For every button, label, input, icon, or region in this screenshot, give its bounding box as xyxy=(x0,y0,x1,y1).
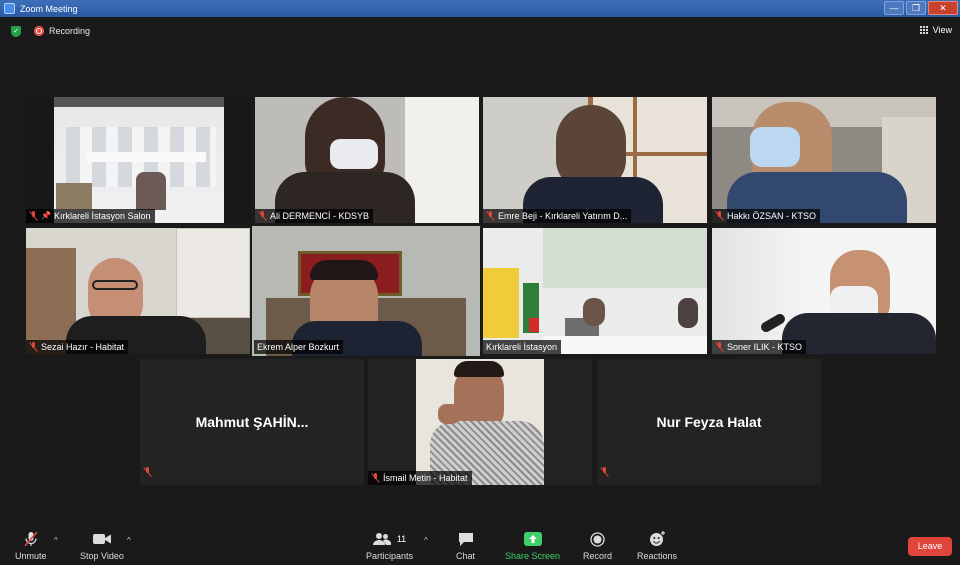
reactions-label: Reactions xyxy=(637,551,678,561)
view-label: View xyxy=(932,25,952,35)
recording-label: Recording xyxy=(49,26,91,36)
participant-display-name: Nur Feyza Halat xyxy=(656,414,762,430)
participant-name: Kırklareli İstasyon xyxy=(486,342,558,352)
muted-mic-icon xyxy=(29,342,38,352)
participant-name: Kırklareli İstasyon Salon xyxy=(53,211,151,221)
video-tile[interactable]: 📌 Kırklareli İstasyon Salon xyxy=(26,97,250,223)
video-tile[interactable]: Ali DERMENCİ - KDSYB xyxy=(255,97,479,223)
participant-name-tag: Kırklareli İstasyon xyxy=(483,340,562,354)
participant-name-tag: Emre Beji - Kırklareli Yatırım D... xyxy=(483,209,632,223)
record-button[interactable]: Record xyxy=(583,531,612,561)
audio-options-chevron-icon[interactable]: ^ xyxy=(54,536,58,545)
chat-bubble-icon xyxy=(458,531,474,547)
chat-button[interactable]: Chat xyxy=(456,531,475,561)
participant-name-tag: İsmail Metin - Habitat xyxy=(368,471,472,485)
share-screen-button[interactable]: Share Screen xyxy=(505,531,560,561)
muted-mic-icon xyxy=(715,342,724,352)
minimize-button[interactable]: — xyxy=(884,1,904,15)
zoom-app-icon xyxy=(4,3,15,14)
record-label: Record xyxy=(583,551,613,561)
pin-icon: 📌 xyxy=(41,211,51,220)
window-titlebar: Zoom Meeting — ❐ ✕ xyxy=(0,0,960,17)
video-tile[interactable]: Soner ILIK - KTSO xyxy=(712,228,936,354)
window-title: Zoom Meeting xyxy=(20,3,78,14)
unmute-label: Unmute xyxy=(15,551,47,561)
leave-meeting-button[interactable]: Leave xyxy=(908,537,952,556)
muted-mic-icon xyxy=(486,211,495,221)
participant-name: Hakkı ÖZSAN - KTSO xyxy=(727,211,817,221)
video-options-chevron-icon[interactable]: ^ xyxy=(127,536,131,545)
muted-mic-icon xyxy=(371,473,380,483)
participant-name: Ali DERMENCİ - KDSYB xyxy=(270,211,370,221)
video-tile-camera-off[interactable]: Nur Feyza Halat xyxy=(597,359,821,485)
muted-mic-icon xyxy=(258,211,267,221)
participant-display-name: Mahmut ŞAHİN... xyxy=(195,414,309,430)
stop-video-button[interactable]: Stop Video xyxy=(80,531,124,561)
muted-mic-icon xyxy=(715,211,724,221)
participants-count: 11 xyxy=(396,534,407,544)
participant-name: İsmail Metin - Habitat xyxy=(383,473,468,483)
video-tile[interactable]: Sezai Hazır - Habitat xyxy=(26,228,250,354)
recording-icon xyxy=(34,26,44,36)
participant-name: Sezai Hazır - Habitat xyxy=(41,342,125,352)
window-controls: — ❐ ✕ xyxy=(884,1,958,15)
video-tile[interactable]: Kırklareli İstasyon xyxy=(483,228,707,354)
encryption-shield-icon[interactable]: ✓ xyxy=(11,25,21,37)
video-camera-icon xyxy=(92,531,111,547)
video-tile[interactable]: Emre Beji - Kırklareli Yatırım D... xyxy=(483,97,707,223)
share-screen-icon xyxy=(523,531,542,547)
participants-button[interactable]: 11 Participants xyxy=(366,531,413,561)
participant-name-tag: 📌 Kırklareli İstasyon Salon xyxy=(26,209,155,223)
participant-name-tag: Ali DERMENCİ - KDSYB xyxy=(255,209,374,223)
stop-video-label: Stop Video xyxy=(80,551,124,561)
video-tile[interactable]: İsmail Metin - Habitat xyxy=(368,359,592,485)
participant-name-tag: Sezai Hazır - Habitat xyxy=(26,340,129,354)
muted-mic-icon xyxy=(600,464,609,482)
grid-view-icon xyxy=(919,25,929,35)
video-tile[interactable]: Hakkı ÖZSAN - KTSO xyxy=(712,97,936,223)
video-tile-active-speaker[interactable]: Ekrem Alper Bozkurt xyxy=(252,226,480,356)
participants-label: Participants xyxy=(366,551,414,561)
restore-button[interactable]: ❐ xyxy=(906,1,926,15)
smiley-face-icon xyxy=(649,531,666,547)
microphone-muted-icon xyxy=(23,531,39,547)
participant-name-tag: Ekrem Alper Bozkurt xyxy=(254,340,344,354)
participant-name: Emre Beji - Kırklareli Yatırım D... xyxy=(498,211,628,221)
record-icon xyxy=(590,531,605,547)
participants-options-chevron-icon[interactable]: ^ xyxy=(424,536,428,545)
muted-mic-icon xyxy=(143,464,152,482)
participant-name: Ekrem Alper Bozkurt xyxy=(257,342,340,352)
reactions-button[interactable]: Reactions xyxy=(637,531,677,561)
participant-name-tag: Hakkı ÖZSAN - KTSO xyxy=(712,209,821,223)
video-tile-camera-off[interactable]: Mahmut ŞAHİN... xyxy=(140,359,364,485)
close-button[interactable]: ✕ xyxy=(928,1,958,15)
participant-name: Soner ILIK - KTSO xyxy=(727,342,803,352)
chat-label: Chat xyxy=(456,551,476,561)
unmute-button[interactable]: Unmute xyxy=(15,531,47,561)
muted-mic-icon xyxy=(29,211,38,221)
view-button[interactable]: View xyxy=(919,25,952,35)
share-screen-label: Share Screen xyxy=(505,551,561,561)
participant-name-tag: Soner ILIK - KTSO xyxy=(712,340,807,354)
meeting-info-bar: ✓ Recording View xyxy=(0,17,960,45)
participants-icon: 11 xyxy=(372,531,407,547)
meeting-toolbar: Unmute ^ Stop Video ^ 11 Participants ^ … xyxy=(0,525,960,565)
